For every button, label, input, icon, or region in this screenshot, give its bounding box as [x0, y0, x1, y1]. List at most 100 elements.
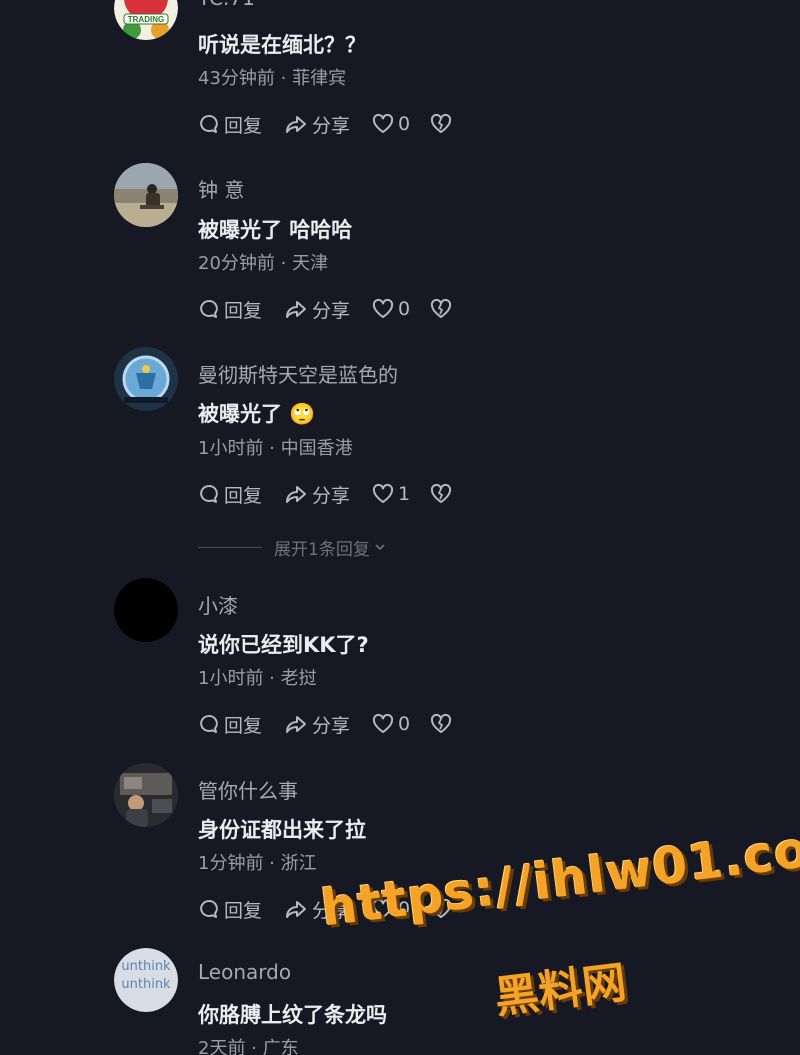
comment-actions: 回复 分享 1 — [198, 481, 452, 507]
reply-label: 回复 — [224, 714, 263, 737]
expand-replies-label: 展开1条回复 — [274, 539, 370, 560]
share-button[interactable]: 分享 — [284, 711, 350, 738]
comment-meta: 20分钟前 · 天津 — [198, 253, 329, 274]
comment-username[interactable]: Leonardo — [198, 960, 291, 984]
user-avatar[interactable] — [114, 578, 178, 642]
comment-text: 你胳膊上纹了条龙吗 — [198, 1003, 387, 1027]
comment-text: 听说是在缅北？？ — [198, 33, 366, 57]
user-avatar[interactable] — [114, 347, 178, 411]
share-button[interactable]: 分享 — [284, 896, 350, 923]
reply-button[interactable]: 回复 — [198, 711, 262, 738]
comment-time: 1分钟前 — [198, 853, 264, 874]
like-count: 1 — [398, 483, 411, 505]
expand-replies-button[interactable]: 展开1条回复 — [198, 536, 387, 560]
comment-bubble-icon — [200, 485, 218, 503]
comment-meta: 1小时前 · 老挝 — [198, 668, 317, 689]
svg-text:TRADING: TRADING — [128, 15, 164, 24]
like-count: 0 — [398, 898, 411, 920]
comment-location: 中国香港 — [280, 438, 353, 459]
broken-heart-icon — [431, 483, 452, 503]
broken-heart-icon — [431, 713, 452, 733]
like-button[interactable]: 0 — [372, 113, 410, 135]
like-button[interactable]: 0 — [372, 298, 410, 320]
comment-bubble-icon — [200, 715, 218, 733]
reply-label: 回复 — [224, 899, 263, 922]
dislike-button[interactable] — [430, 713, 452, 735]
comment-time: 43分钟前 — [198, 68, 275, 89]
comment-text: 被曝光了 🙄 — [198, 398, 315, 428]
comment-text: 被曝光了 哈哈哈 — [198, 218, 353, 242]
comment-time: 20分钟前 — [198, 253, 275, 274]
comment-actions: 回复 分享 0 — [198, 111, 452, 137]
share-arrow-icon — [286, 301, 307, 318]
reply-label: 回复 — [224, 114, 263, 137]
avatar-text: unthink — [121, 977, 171, 992]
user-avatar[interactable]: unthink unthink — [114, 948, 178, 1012]
share-button[interactable]: 分享 — [284, 111, 350, 138]
dislike-button[interactable] — [430, 298, 452, 320]
comment-meta: 1分钟前 · 浙江 — [198, 853, 317, 874]
like-button[interactable]: 1 — [372, 483, 410, 505]
share-label: 分享 — [312, 714, 351, 737]
broken-heart-icon — [431, 113, 452, 133]
comment-username[interactable]: 小漆 — [198, 590, 238, 619]
eye-roll-emoji: 🙄 — [289, 402, 316, 426]
heart-icon — [372, 483, 394, 503]
user-avatar[interactable]: TRADING — [114, 0, 178, 40]
avatar-text: unthink — [121, 959, 171, 974]
dislike-button[interactable] — [430, 113, 452, 135]
reply-label: 回复 — [224, 299, 263, 322]
dislike-button[interactable] — [430, 483, 452, 505]
share-arrow-icon — [286, 901, 307, 918]
watermark-name: 黑料网 — [491, 957, 630, 1024]
comment-bubble-icon — [200, 115, 218, 133]
share-label: 分享 — [312, 114, 351, 137]
reply-button[interactable]: 回复 — [198, 111, 262, 138]
reply-button[interactable]: 回复 — [198, 896, 262, 923]
share-label: 分享 — [312, 299, 351, 322]
comment-bubble-icon — [200, 900, 218, 918]
comment-meta: 43分钟前 · 菲律宾 — [198, 68, 347, 89]
heart-icon — [372, 713, 394, 733]
like-button[interactable]: 0 — [372, 898, 410, 920]
user-avatar[interactable] — [114, 763, 178, 827]
divider-line — [198, 546, 262, 548]
share-arrow-icon — [286, 116, 307, 133]
reply-label: 回复 — [224, 484, 263, 507]
like-count: 0 — [398, 113, 411, 135]
like-button[interactable]: 0 — [372, 713, 410, 735]
comment-username[interactable]: 管你什么事 — [198, 775, 298, 804]
share-arrow-icon — [286, 716, 307, 733]
heart-icon — [372, 113, 394, 133]
comment-username[interactable]: 曼彻斯特天空是蓝色的 — [198, 359, 398, 388]
user-avatar[interactable] — [114, 163, 178, 227]
comment-meta: 2天前 · 广东 — [198, 1034, 299, 1055]
comment-feed: TRADING TC.71 听说是在缅北？？ 43分钟前 · 菲律宾 回复 分享… — [0, 0, 800, 1055]
heart-icon — [372, 298, 394, 318]
share-label: 分享 — [312, 899, 351, 922]
share-arrow-icon — [286, 486, 307, 503]
comment-location: 天津 — [292, 253, 329, 274]
comment-location: 老挝 — [280, 668, 317, 689]
comment-bubble-icon — [200, 300, 218, 318]
broken-heart-icon — [431, 298, 452, 318]
comment-location: 广东 — [262, 1038, 299, 1055]
share-button[interactable]: 分享 — [284, 481, 350, 508]
comment-username[interactable]: TC.71 — [198, 0, 255, 10]
comment-meta: 1小时前 · 中国香港 — [198, 438, 353, 459]
comment-text-body: 被曝光了 — [198, 402, 282, 426]
reply-button[interactable]: 回复 — [198, 296, 262, 323]
dislike-button[interactable] — [430, 898, 452, 920]
comment-time: 1小时前 — [198, 668, 264, 689]
comment-location: 浙江 — [280, 853, 317, 874]
share-label: 分享 — [312, 484, 351, 507]
comment-actions: 回复 分享 0 — [198, 711, 452, 737]
share-button[interactable]: 分享 — [284, 296, 350, 323]
comment-username[interactable]: 钟 意 — [198, 174, 244, 203]
like-count: 0 — [398, 298, 411, 320]
heart-icon — [372, 898, 394, 918]
comment-time: 2天前 — [198, 1038, 246, 1055]
reply-button[interactable]: 回复 — [198, 481, 262, 508]
comment-actions: 回复 分享 0 — [198, 896, 452, 922]
chevron-down-icon — [375, 544, 385, 551]
